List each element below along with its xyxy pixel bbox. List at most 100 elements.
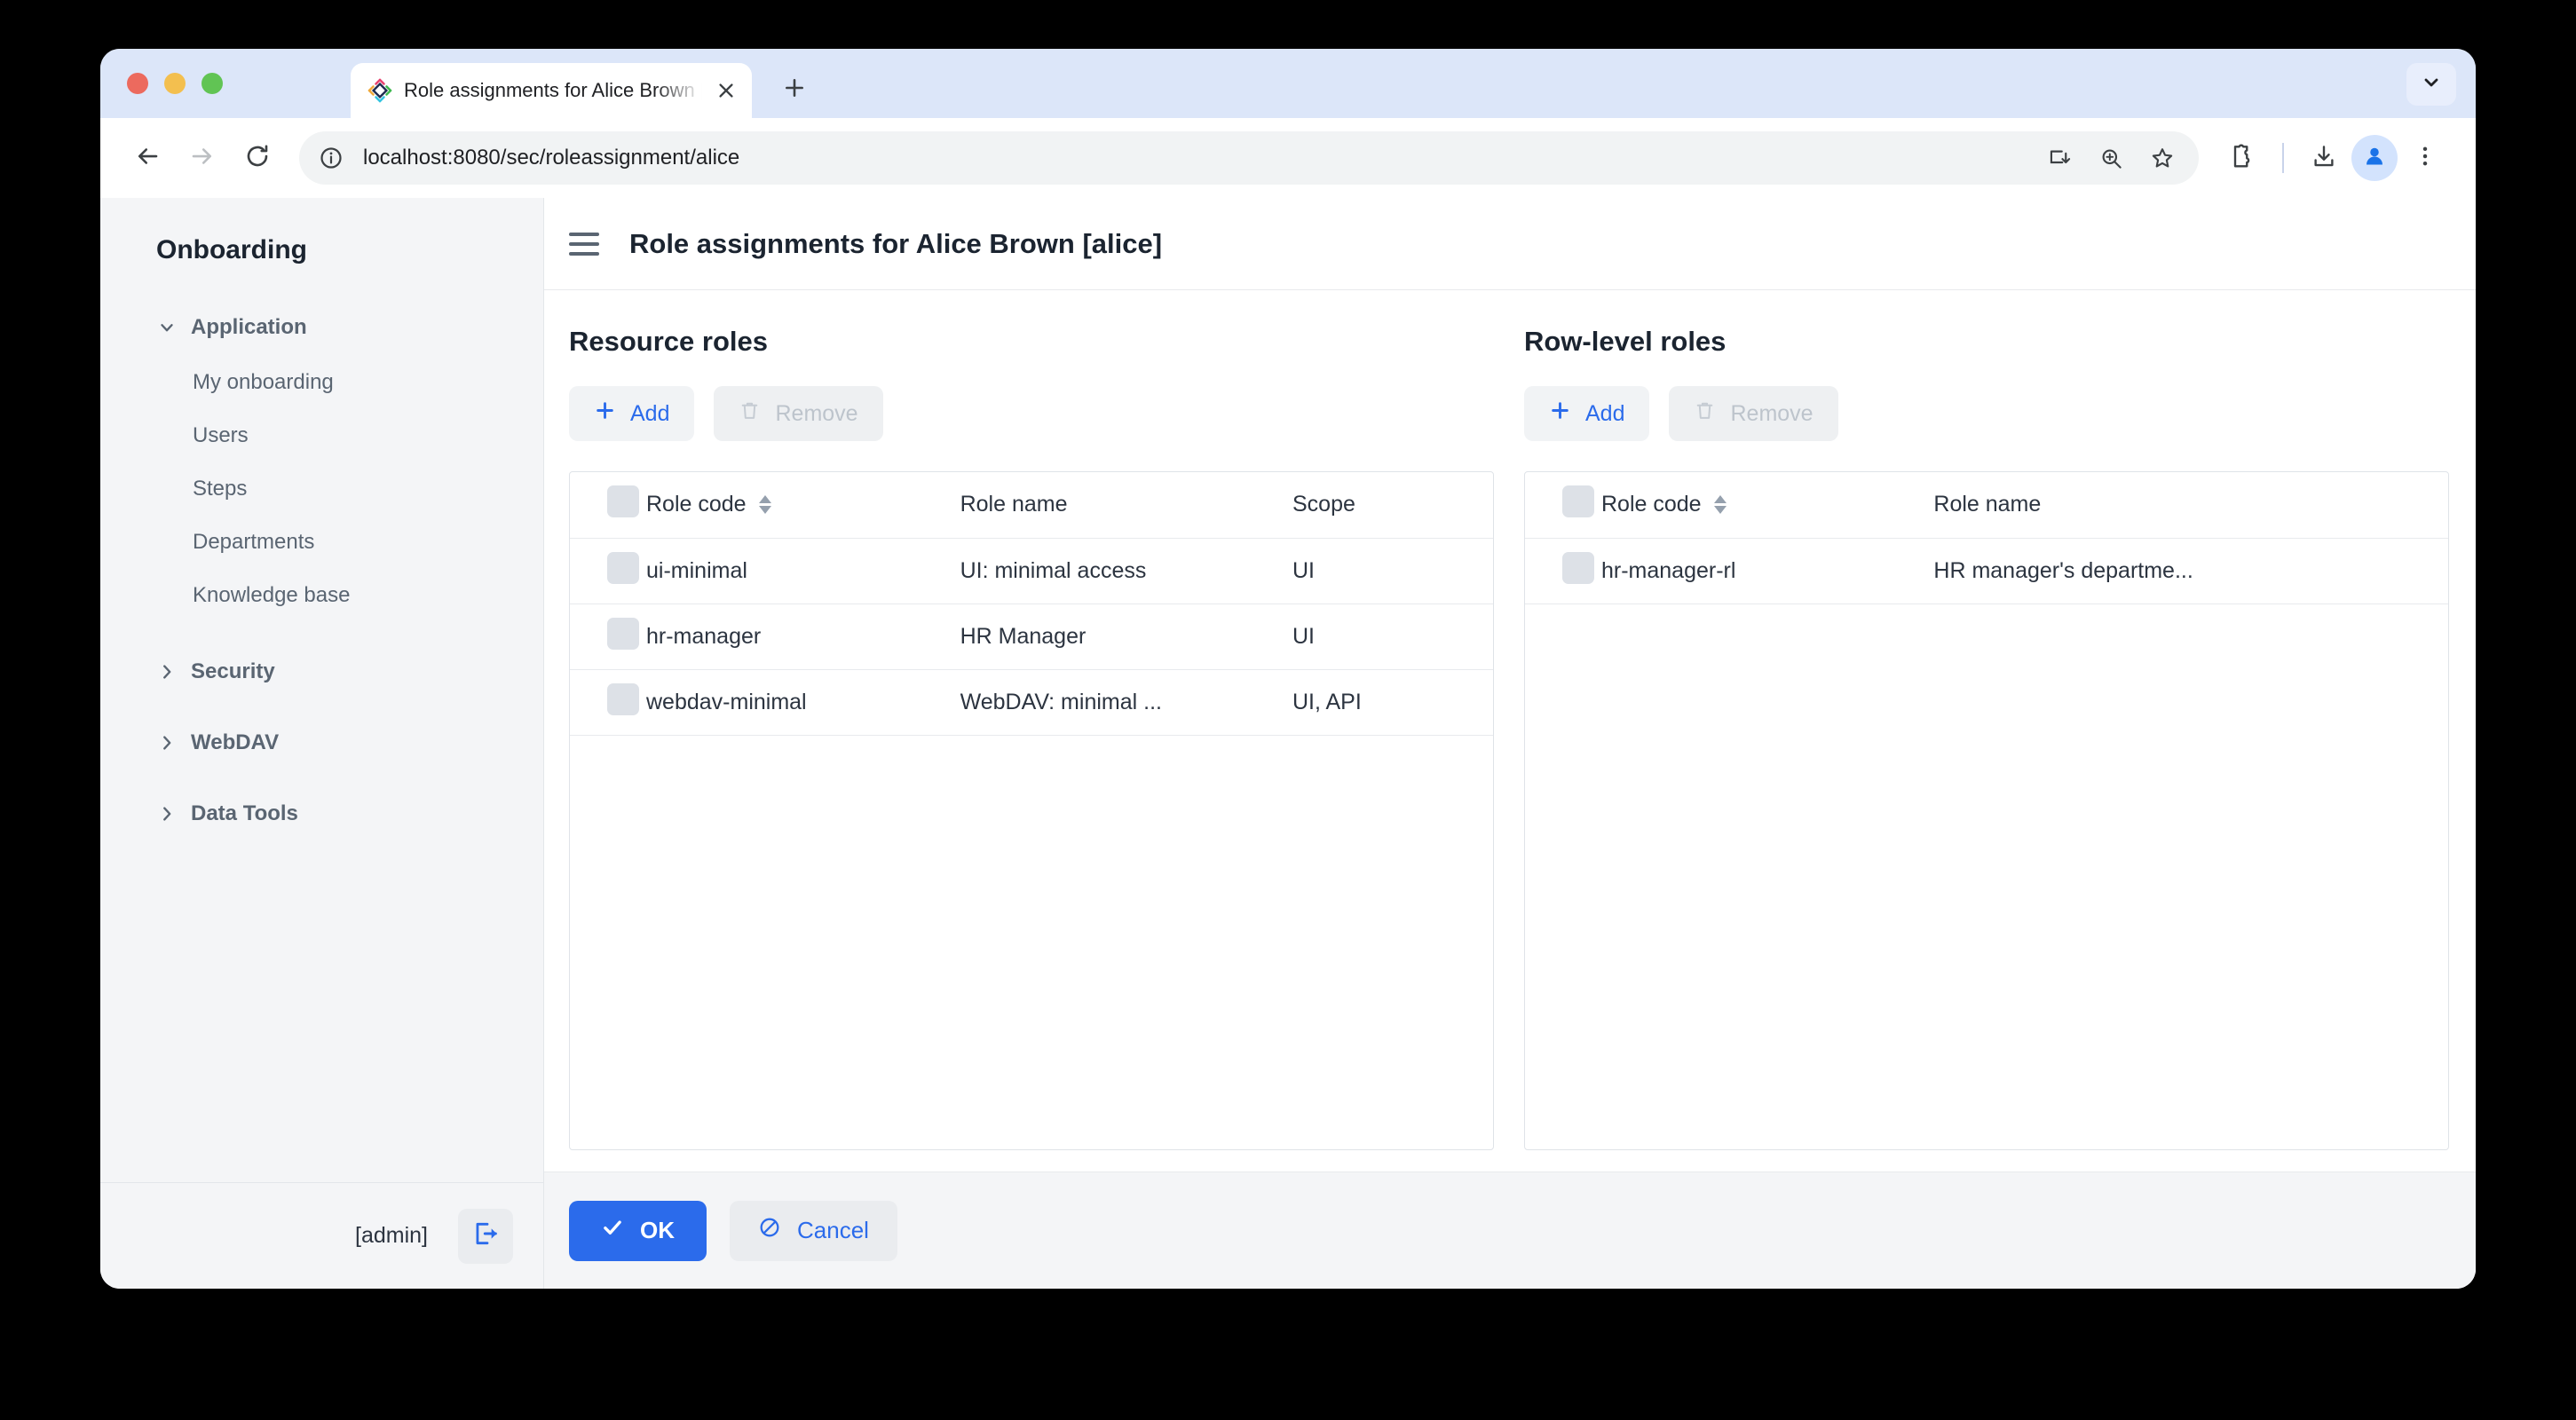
chevron-down-icon	[2421, 72, 2442, 98]
row-checkbox[interactable]	[570, 538, 646, 604]
panel-row-level-roles: Row-level roles Add Remove Role code Rol…	[1524, 326, 2449, 1150]
column-header-role-name[interactable]: Role name	[960, 472, 1292, 539]
sidebar-group-application[interactable]: Application	[100, 299, 543, 356]
browser-menu-button[interactable]	[2401, 134, 2449, 182]
cell-role-name: HR Manager	[960, 604, 1292, 670]
add-resource-role-button[interactable]: Add	[569, 386, 695, 441]
column-header-role-name[interactable]: Role name	[1933, 472, 2448, 539]
trash-icon	[739, 399, 761, 428]
sort-arrows-icon[interactable]	[758, 495, 771, 515]
table-header-row: Role code Role name	[1525, 472, 2448, 539]
table-header-row: Role code Role name Scope	[570, 472, 1493, 539]
tab-strip: Role assignments for Alice Brown [alice]	[100, 49, 2476, 118]
panel-resource-roles: Resource roles Add Remove Role code Role…	[569, 326, 1494, 1150]
puzzle-piece-icon	[2229, 143, 2256, 174]
star-icon[interactable]	[2140, 136, 2185, 180]
remove-row-level-role-button[interactable]: Remove	[1669, 386, 1838, 441]
column-header-role-code[interactable]: Role code	[646, 472, 960, 539]
table-row[interactable]: webdav-minimal WebDAV: minimal ... UI, A…	[570, 669, 1493, 736]
sidebar-group-label: Application	[191, 315, 307, 339]
row-checkbox[interactable]	[570, 604, 646, 670]
row-level-roles-grid[interactable]: Role code Role name hr-manager-rl HR man…	[1524, 471, 2449, 1150]
panel-title: Resource roles	[569, 326, 768, 357]
cancel-button-label: Cancel	[797, 1217, 869, 1243]
table-row[interactable]: ui-minimal UI: minimal access UI	[570, 538, 1493, 604]
cell-role-code: hr-manager-rl	[1601, 538, 1934, 604]
reload-button[interactable]	[232, 132, 283, 184]
table-row[interactable]: hr-manager-rl HR manager's departme...	[1525, 538, 2448, 604]
sidebar-item-departments[interactable]: Departments	[100, 516, 543, 569]
forward-button[interactable]	[177, 132, 228, 184]
maximize-window-button[interactable]	[201, 73, 223, 94]
window-controls	[127, 49, 223, 118]
panel-title: Row-level roles	[1524, 326, 1727, 357]
sidebar-group-label: Security	[191, 659, 275, 683]
install-app-icon[interactable]	[2037, 136, 2082, 180]
ok-button-label: OK	[640, 1217, 675, 1243]
column-header-scope[interactable]: Scope	[1292, 472, 1493, 539]
sidebar-group-security[interactable]: Security	[100, 622, 543, 700]
forward-arrow-icon	[189, 143, 216, 174]
cell-role-name: HR manager's departme...	[1933, 538, 2448, 604]
jmix-diamond-logo-icon	[367, 77, 393, 104]
sidebar-group-label: Data Tools	[191, 801, 298, 825]
plus-icon	[1549, 399, 1571, 428]
tab-title: Role assignments for Alice Brown [alice]	[404, 79, 702, 101]
logout-button[interactable]	[458, 1208, 513, 1264]
omnibox-actions	[2037, 136, 2190, 180]
check-icon	[601, 1216, 624, 1245]
back-button[interactable]	[122, 132, 173, 184]
column-header-role-code[interactable]: Role code	[1601, 472, 1934, 539]
sidebar-item-users[interactable]: Users	[100, 409, 543, 462]
sidebar-item-my-onboarding[interactable]: My onboarding	[100, 356, 543, 409]
close-window-button[interactable]	[127, 73, 148, 94]
sidebar-group-webdav[interactable]: WebDAV	[100, 700, 543, 771]
url-text[interactable]: localhost:8080/sec/roleassignment/alice	[363, 146, 2025, 170]
resource-roles-grid[interactable]: Role code Role name Scope ui-minimal UI:…	[569, 471, 1494, 1150]
sidebar-item-knowledge-base[interactable]: Knowledge base	[100, 569, 543, 622]
minimize-window-button[interactable]	[164, 73, 186, 94]
sort-arrows-icon[interactable]	[1713, 495, 1727, 515]
info-circle-icon[interactable]	[312, 138, 351, 178]
downloads-button[interactable]	[2300, 134, 2348, 182]
extensions-button[interactable]	[2218, 134, 2266, 182]
sidebar-item-steps[interactable]: Steps	[100, 462, 543, 516]
cancel-button[interactable]: Cancel	[730, 1200, 897, 1261]
browser-tab[interactable]: Role assignments for Alice Brown [alice]	[351, 63, 752, 118]
add-button-label: Add	[1585, 400, 1625, 426]
close-icon[interactable]	[713, 77, 739, 104]
column-label: Role code	[646, 492, 747, 517]
chevron-down-icon	[157, 318, 177, 337]
plus-icon	[783, 76, 806, 104]
table-row[interactable]: hr-manager HR Manager UI	[570, 604, 1493, 670]
browser-window: Role assignments for Alice Brown [alice]	[100, 49, 2476, 1289]
cell-role-code: ui-minimal	[646, 538, 960, 604]
ok-button[interactable]: OK	[569, 1200, 707, 1261]
page-body: Onboarding Application My onboarding Use…	[100, 198, 2476, 1289]
cell-role-code: hr-manager	[646, 604, 960, 670]
sidebar-group-data-tools[interactable]: Data Tools	[100, 771, 543, 842]
omnibox[interactable]: localhost:8080/sec/roleassignment/alice	[299, 131, 2199, 185]
add-row-level-role-button[interactable]: Add	[1524, 386, 1650, 441]
dialog-footer: OK Cancel	[544, 1172, 2476, 1289]
row-checkbox[interactable]	[1525, 538, 1601, 604]
reload-icon	[244, 143, 271, 174]
panels-container: Resource roles Add Remove Role code Role…	[544, 290, 2476, 1172]
select-all-checkbox[interactable]	[1525, 472, 1601, 539]
new-tab-button[interactable]	[775, 70, 814, 109]
hamburger-menu-icon[interactable]	[569, 232, 599, 256]
row-checkbox[interactable]	[570, 669, 646, 736]
remove-resource-role-button[interactable]: Remove	[714, 386, 883, 441]
tab-search-button[interactable]	[2406, 63, 2456, 106]
profile-button[interactable]	[2351, 135, 2398, 181]
download-icon	[2311, 143, 2337, 174]
chevron-right-icon	[157, 662, 177, 682]
zoom-in-icon[interactable]	[2089, 136, 2133, 180]
select-all-checkbox[interactable]	[570, 472, 646, 539]
current-user-label: [admin]	[355, 1223, 428, 1248]
sidebar: Onboarding Application My onboarding Use…	[100, 198, 544, 1289]
chevron-right-icon	[157, 733, 177, 753]
three-dot-menu-icon	[2413, 144, 2438, 173]
browser-toolbar: localhost:8080/sec/roleassignment/alice	[100, 118, 2476, 198]
resource-roles-toolbar: Add Remove	[569, 386, 1494, 441]
